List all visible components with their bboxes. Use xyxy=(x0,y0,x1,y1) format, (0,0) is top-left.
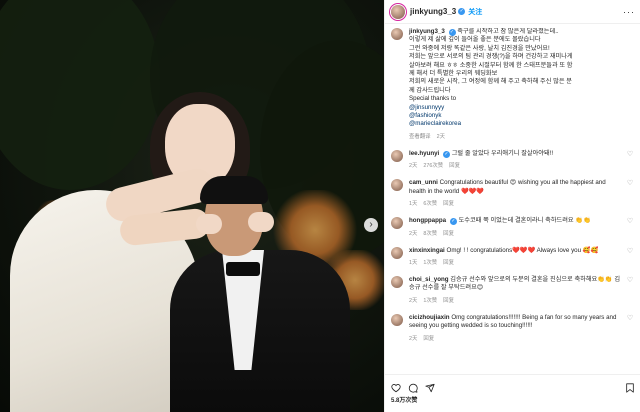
verified-icon: ✓ xyxy=(448,29,456,36)
caption-line: 축구를 시작하고 참 많은게 달라졌는데.. xyxy=(457,28,559,35)
heart-icon[interactable] xyxy=(391,380,401,393)
like-comment-icon[interactable]: ♡ xyxy=(625,217,635,236)
reply-button[interactable]: 回复 xyxy=(449,161,460,169)
special-thanks: Special thanks to xyxy=(409,95,457,103)
like-comment-icon[interactable]: ♡ xyxy=(625,276,635,304)
caption-line: 께 감사드립니다 xyxy=(409,86,451,94)
post-container: › jinkyung3_3 ✓ 关注 ··· jinkyung3_3 ✓ 축구를… xyxy=(0,0,640,412)
comment-username[interactable]: choi_si_yong xyxy=(409,276,449,283)
carousel-next-button[interactable]: › xyxy=(364,218,378,232)
comment-likes[interactable]: 8次赞 xyxy=(423,229,437,237)
comment-time: 1天 xyxy=(409,201,418,208)
verified-icon: ✓ xyxy=(443,150,450,158)
reply-button[interactable]: 回复 xyxy=(443,229,454,237)
caption-line: 이렇게 제 삶에 깊이 들어올 좋은 분에도 몰랐습니다 xyxy=(409,36,541,44)
bride-hand xyxy=(196,214,222,234)
reply-button[interactable]: 回复 xyxy=(443,199,454,207)
comment-item: cam_unni Congratulations beautiful 😍 wis… xyxy=(385,179,640,207)
bow-tie xyxy=(226,262,260,276)
post-actions-bar: 5.8万次赞 xyxy=(385,374,640,412)
comment-item: lee.hyunyi ✓ 그럴 줄 알았다 우리애기니 잘살아야돼!! 2天 2… xyxy=(385,149,640,170)
caption-line: 그런 와중에 저랑 똑같은 사랑, 날치 김진경을 만났어요! xyxy=(409,44,550,52)
comment-username[interactable]: xinxinxingai xyxy=(409,247,445,254)
avatar[interactable] xyxy=(391,149,403,162)
comment-item: cicizhoujiaxin Omg congratulations!!!!!!… xyxy=(385,313,640,342)
comment-item: xinxinxingai Omg! ! ! congratulations❤️❤… xyxy=(385,246,640,266)
likes-count[interactable]: 5.8万次赞 xyxy=(391,395,635,404)
comment-time: 2天 xyxy=(409,335,418,342)
share-icon[interactable] xyxy=(425,380,435,393)
bookmark-icon[interactable] xyxy=(625,380,635,393)
reply-button[interactable]: 回复 xyxy=(443,258,454,266)
comment-username[interactable]: cicizhoujiaxin xyxy=(409,314,450,321)
avatar[interactable] xyxy=(391,4,405,19)
comment-text: 도수코때 쭉 이었는데 결혼이라니 축하드려요 👏👏 xyxy=(458,217,591,225)
comment-item: hongppappa ✓ 도수코때 쭉 이었는데 결혼이라니 축하드려요 👏👏 … xyxy=(385,217,640,237)
comment-username[interactable]: hongppappa xyxy=(409,217,446,224)
caption: jinkyung3_3 ✓ 축구를 시작하고 참 많은게 달라졌는데.. 이렇게… xyxy=(385,28,640,140)
comment-likes[interactable]: 276次赞 xyxy=(423,161,443,169)
comment-username[interactable]: cam_unni xyxy=(409,179,438,186)
comment-item: choi_si_yong 김승규 선수와 앞으로의 두분의 결혼을 진심으로 축… xyxy=(385,275,640,304)
more-options-icon[interactable]: ··· xyxy=(623,7,635,17)
avatar[interactable] xyxy=(391,179,403,192)
mention-link[interactable]: @jinsunnyyy xyxy=(409,104,635,112)
mention-link[interactable]: @fashionyk xyxy=(409,112,635,120)
reply-button[interactable]: 回复 xyxy=(443,296,454,304)
comment-likes[interactable]: 1次赞 xyxy=(423,258,437,266)
comment-text: Congratulations beautiful 😍 wishing you … xyxy=(409,179,606,195)
comment-text: Omg! ! ! congratulations❤️❤️❤️ Always lo… xyxy=(446,246,599,254)
comment-username[interactable]: lee.hyunyi xyxy=(409,150,439,157)
verified-icon: ✓ xyxy=(449,218,457,226)
post-photo[interactable]: › xyxy=(0,0,384,412)
reply-button[interactable]: 回复 xyxy=(423,334,434,342)
avatar[interactable] xyxy=(391,275,403,288)
caption-line: 저희는 앞으로 서로의 팀 관리 경쟁(?)을 하며 건강하고 재미나게 xyxy=(409,53,573,61)
comment-likes[interactable]: 6次赞 xyxy=(423,199,437,207)
like-comment-icon[interactable]: ♡ xyxy=(625,150,635,169)
like-comment-icon[interactable]: ♡ xyxy=(625,179,635,207)
caption-line: 저희의 새로운 시작, 그 여정에 함께 해 주고 축하해 주신 많은 분 xyxy=(409,78,572,86)
avatar[interactable] xyxy=(391,217,403,230)
comment-time: 2天 xyxy=(409,230,418,237)
mention-link[interactable]: @marieclairekorea xyxy=(409,120,635,128)
like-comment-icon[interactable]: ♡ xyxy=(625,314,635,342)
post-username[interactable]: jinkyung3_3 xyxy=(410,7,456,16)
comments-scroll-area[interactable]: jinkyung3_3 ✓ 축구를 시작하고 참 많은게 달라졌는데.. 이렇게… xyxy=(385,28,640,364)
caption-time: 2天 xyxy=(436,133,445,140)
background-tree xyxy=(0,0,160,190)
post-side-panel: jinkyung3_3 ✓ 关注 ··· jinkyung3_3 ✓ 축구를 시… xyxy=(384,0,640,412)
avatar[interactable] xyxy=(391,313,403,326)
caption-username[interactable]: jinkyung3_3 xyxy=(409,28,445,35)
groom-hair xyxy=(200,176,268,204)
avatar[interactable] xyxy=(391,28,403,40)
comment-text: 그럴 줄 알았다 우리애기니 잘살아야돼!! xyxy=(451,149,554,157)
follow-button[interactable]: 关注 xyxy=(468,7,482,17)
post-header: jinkyung3_3 ✓ 关注 ··· xyxy=(385,0,640,24)
comment-time: 1天 xyxy=(409,259,418,266)
avatar[interactable] xyxy=(391,246,403,259)
comment-icon[interactable] xyxy=(408,380,418,393)
bride-hand xyxy=(248,212,274,232)
like-comment-icon[interactable]: ♡ xyxy=(625,247,635,266)
comment-time: 2天 xyxy=(409,297,418,304)
verified-icon: ✓ xyxy=(458,8,466,15)
translate-link[interactable]: 查看翻译 xyxy=(409,132,431,140)
comment-time: 2天 xyxy=(409,163,418,170)
caption-line: 살아보려 해요 ㅎㅎ 소중한 시절부터 함께 한 스태프분들과 또 함 xyxy=(409,61,573,69)
comment-likes[interactable]: 1次赞 xyxy=(423,296,437,304)
